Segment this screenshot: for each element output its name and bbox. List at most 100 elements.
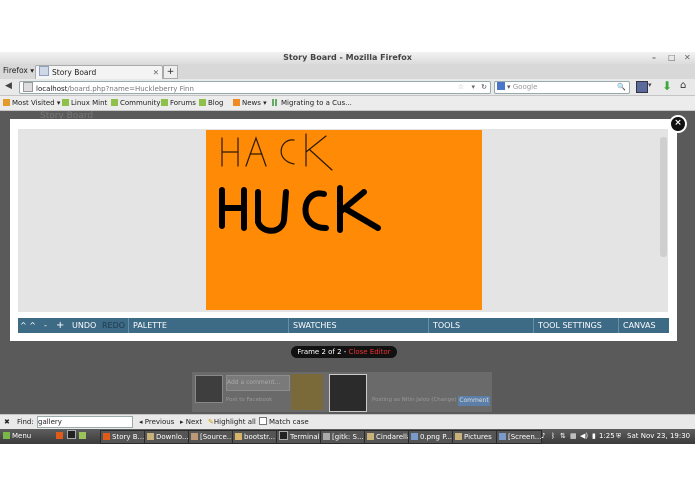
launcher-files-icon[interactable] [79, 430, 88, 442]
taskbar-item-story-board[interactable]: Story B... [100, 430, 146, 444]
url-bar[interactable]: localhost/board.php?name=Huckleberry Fin… [19, 81, 491, 94]
reload-icon[interactable]: ↻ [481, 82, 487, 93]
search-bar[interactable]: ▾ Google 🔍 [494, 81, 630, 94]
bold-handwriting [219, 185, 381, 234]
clock-date[interactable]: Sat Nov 23, 19:30 [627, 430, 690, 442]
keyboard-icon[interactable]: ▦ [570, 430, 577, 442]
volume-icon[interactable]: ◀) [580, 430, 588, 442]
redo-button[interactable]: REDO [102, 318, 125, 333]
mint-logo-icon [3, 432, 10, 439]
find-label: Find: [17, 418, 34, 426]
posting-as-text: Posting as Nitin Jaloo (Change) [372, 397, 457, 403]
firefox-menu-button[interactable]: Firefox ▾ [3, 66, 34, 75]
highlight-all-button[interactable]: ✎Highlight all [208, 415, 256, 430]
editor-toolbar: ^ ^ - + UNDO REDO PALETTE SWATCHES TOOLS… [18, 318, 669, 333]
post-to-facebook-checkbox[interactable]: Post to Facebook [226, 397, 272, 403]
bookmark-most-visited[interactable]: Most Visited ▾ [3, 96, 60, 110]
toolbar-divider [128, 318, 129, 333]
minimize-icon[interactable]: – [652, 52, 656, 64]
taskbar-item-png[interactable]: 0.png P... [408, 430, 454, 444]
checkbox-icon [259, 417, 267, 425]
taskbar-item-gitk[interactable]: [gitk: S... [320, 430, 366, 444]
bars-icon [272, 99, 279, 106]
bookmark-linux-mint[interactable]: Linux Mint [62, 96, 107, 110]
drawing-canvas[interactable] [206, 130, 482, 310]
find-next-button[interactable]: ▸ Next [180, 415, 202, 430]
window-title: Story Board - Mozilla Firefox [283, 53, 412, 62]
taskbar-item-bootstrap[interactable]: bootstr... [232, 430, 278, 444]
close-window-icon[interactable]: ✕ [684, 52, 691, 64]
toolbar-divider [618, 318, 619, 333]
match-case-checkbox[interactable]: Match case [259, 415, 309, 430]
find-previous-button[interactable]: ◂ Previous [139, 415, 174, 430]
page-favicon-icon [39, 66, 49, 76]
page-icon [111, 99, 118, 106]
home-icon[interactable]: ⌂ [680, 80, 686, 91]
frame-indicator: Frame 2 of 2 - Close Editor [291, 346, 397, 358]
canvas-tab[interactable]: CANVAS [623, 318, 656, 333]
maximize-icon[interactable]: □ [668, 52, 676, 64]
taskbar-item-screenshot[interactable]: [Screen... [496, 430, 542, 444]
taskbar-item-terminal[interactable]: Terminal [276, 430, 322, 444]
taskbar-item-pictures[interactable]: Pictures [452, 430, 498, 444]
taskbar: Menu Story B... Downlo... [Source... boo… [0, 429, 695, 444]
search-input[interactable]: Google [513, 83, 538, 91]
taskbar-item-downloads[interactable]: Downlo... [144, 430, 190, 444]
tools-tab[interactable]: TOOLS [433, 318, 460, 333]
close-editor-link[interactable]: Close Editor [349, 348, 391, 356]
canvas-scrollbar[interactable] [660, 137, 667, 257]
swatches-tab[interactable]: SWATCHES [293, 318, 337, 333]
tab-close-icon[interactable]: ✕ [153, 66, 159, 79]
taskbar-item-cindarella[interactable]: Cindarella [364, 430, 410, 444]
drawing-strokes [219, 133, 381, 234]
comment-input[interactable]: Add a comment... [226, 375, 290, 391]
addon-icon[interactable] [636, 81, 648, 93]
zoom-in-button[interactable]: + [56, 318, 64, 333]
frame-thumbnail-2[interactable] [329, 374, 367, 412]
url-host: localhost [36, 85, 68, 93]
close-find-icon[interactable]: ✖ [4, 415, 10, 430]
zoom-out-button[interactable]: - [44, 318, 47, 333]
palette-tab[interactable]: PALETTE [133, 318, 167, 333]
start-menu-button[interactable]: Menu [3, 430, 31, 442]
comment-button[interactable]: Comment [458, 396, 490, 406]
page-icon [199, 99, 206, 106]
bookmark-blog[interactable]: Blog [199, 96, 223, 110]
bookmark-community[interactable]: Community [111, 96, 161, 110]
tab-story-board[interactable]: Story Board ✕ [35, 65, 163, 79]
new-tab-button[interactable]: + [163, 65, 178, 79]
battery-time: 1:25 [599, 432, 615, 440]
find-input[interactable]: gallery [37, 416, 133, 428]
back-arrow-icon[interactable]: ◀ [5, 81, 12, 91]
folder-icon [3, 99, 10, 106]
launcher-firefox-icon[interactable] [56, 430, 65, 442]
history-dropdown-icon[interactable]: ▾ [471, 82, 475, 93]
site-identity-icon[interactable] [23, 82, 33, 92]
collapse-arrows-button[interactable]: ^ ^ [20, 318, 36, 333]
bookmark-news[interactable]: News ▾ [233, 96, 267, 110]
launcher-terminal-icon[interactable] [67, 430, 78, 442]
tool-settings-tab[interactable]: TOOL SETTINGS [538, 318, 602, 333]
toolbar-divider [288, 318, 289, 333]
network-icon[interactable]: ⇅ [560, 430, 566, 442]
taskbar-item-source[interactable]: [Source... [188, 430, 234, 444]
frame-thumbnail-1[interactable] [291, 374, 323, 410]
bookmark-forums[interactable]: Forums [161, 96, 196, 110]
window-title-bar: Story Board - Mozilla Firefox – □ ✕ [0, 52, 695, 64]
addon-dropdown-icon[interactable]: ▾ [648, 81, 652, 89]
download-arrow-icon[interactable]: ⬇ [662, 79, 672, 93]
thin-handwriting [221, 133, 333, 171]
undo-button[interactable]: UNDO [72, 318, 96, 333]
sound-icon[interactable]: ♪ [541, 430, 545, 442]
bluetooth-icon[interactable]: ᛒ [551, 430, 555, 442]
battery-icon[interactable]: ▮ [592, 430, 596, 442]
bookmark-star-icon[interactable]: ☆ [458, 82, 464, 93]
avatar [195, 375, 223, 403]
shield-icon[interactable]: ⛨ [616, 430, 621, 442]
bookmark-migrating[interactable]: Migrating to a Cus... [272, 96, 352, 110]
google-logo-icon[interactable] [497, 82, 505, 90]
search-engine-dropdown-icon[interactable]: ▾ [507, 83, 511, 91]
search-icon[interactable]: 🔍 [617, 82, 626, 93]
close-editor-icon[interactable]: × [669, 115, 687, 133]
rss-icon [233, 99, 240, 106]
